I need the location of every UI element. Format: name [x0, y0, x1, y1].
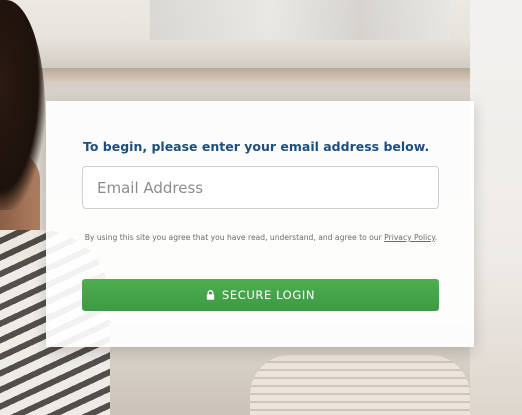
login-card: To begin, please enter your email addres… — [46, 101, 474, 347]
terms-period: . — [434, 233, 438, 242]
secure-login-label: SECURE LOGIN — [221, 288, 316, 302]
terms-notice: By using this site you agree that you ha… — [76, 228, 446, 247]
background-shelf — [0, 68, 522, 82]
terms-text: By using this site you agree that you ha… — [84, 233, 382, 242]
lock-icon — [206, 290, 215, 300]
background-plates — [250, 355, 470, 415]
privacy-policy-link[interactable]: Privacy Policy — [384, 233, 435, 242]
email-field[interactable] — [82, 166, 439, 209]
background-window — [150, 0, 450, 40]
background-wall — [470, 0, 522, 415]
secure-login-button[interactable]: SECURE LOGIN — [82, 279, 439, 311]
login-prompt: To begin, please enter your email addres… — [83, 139, 430, 154]
